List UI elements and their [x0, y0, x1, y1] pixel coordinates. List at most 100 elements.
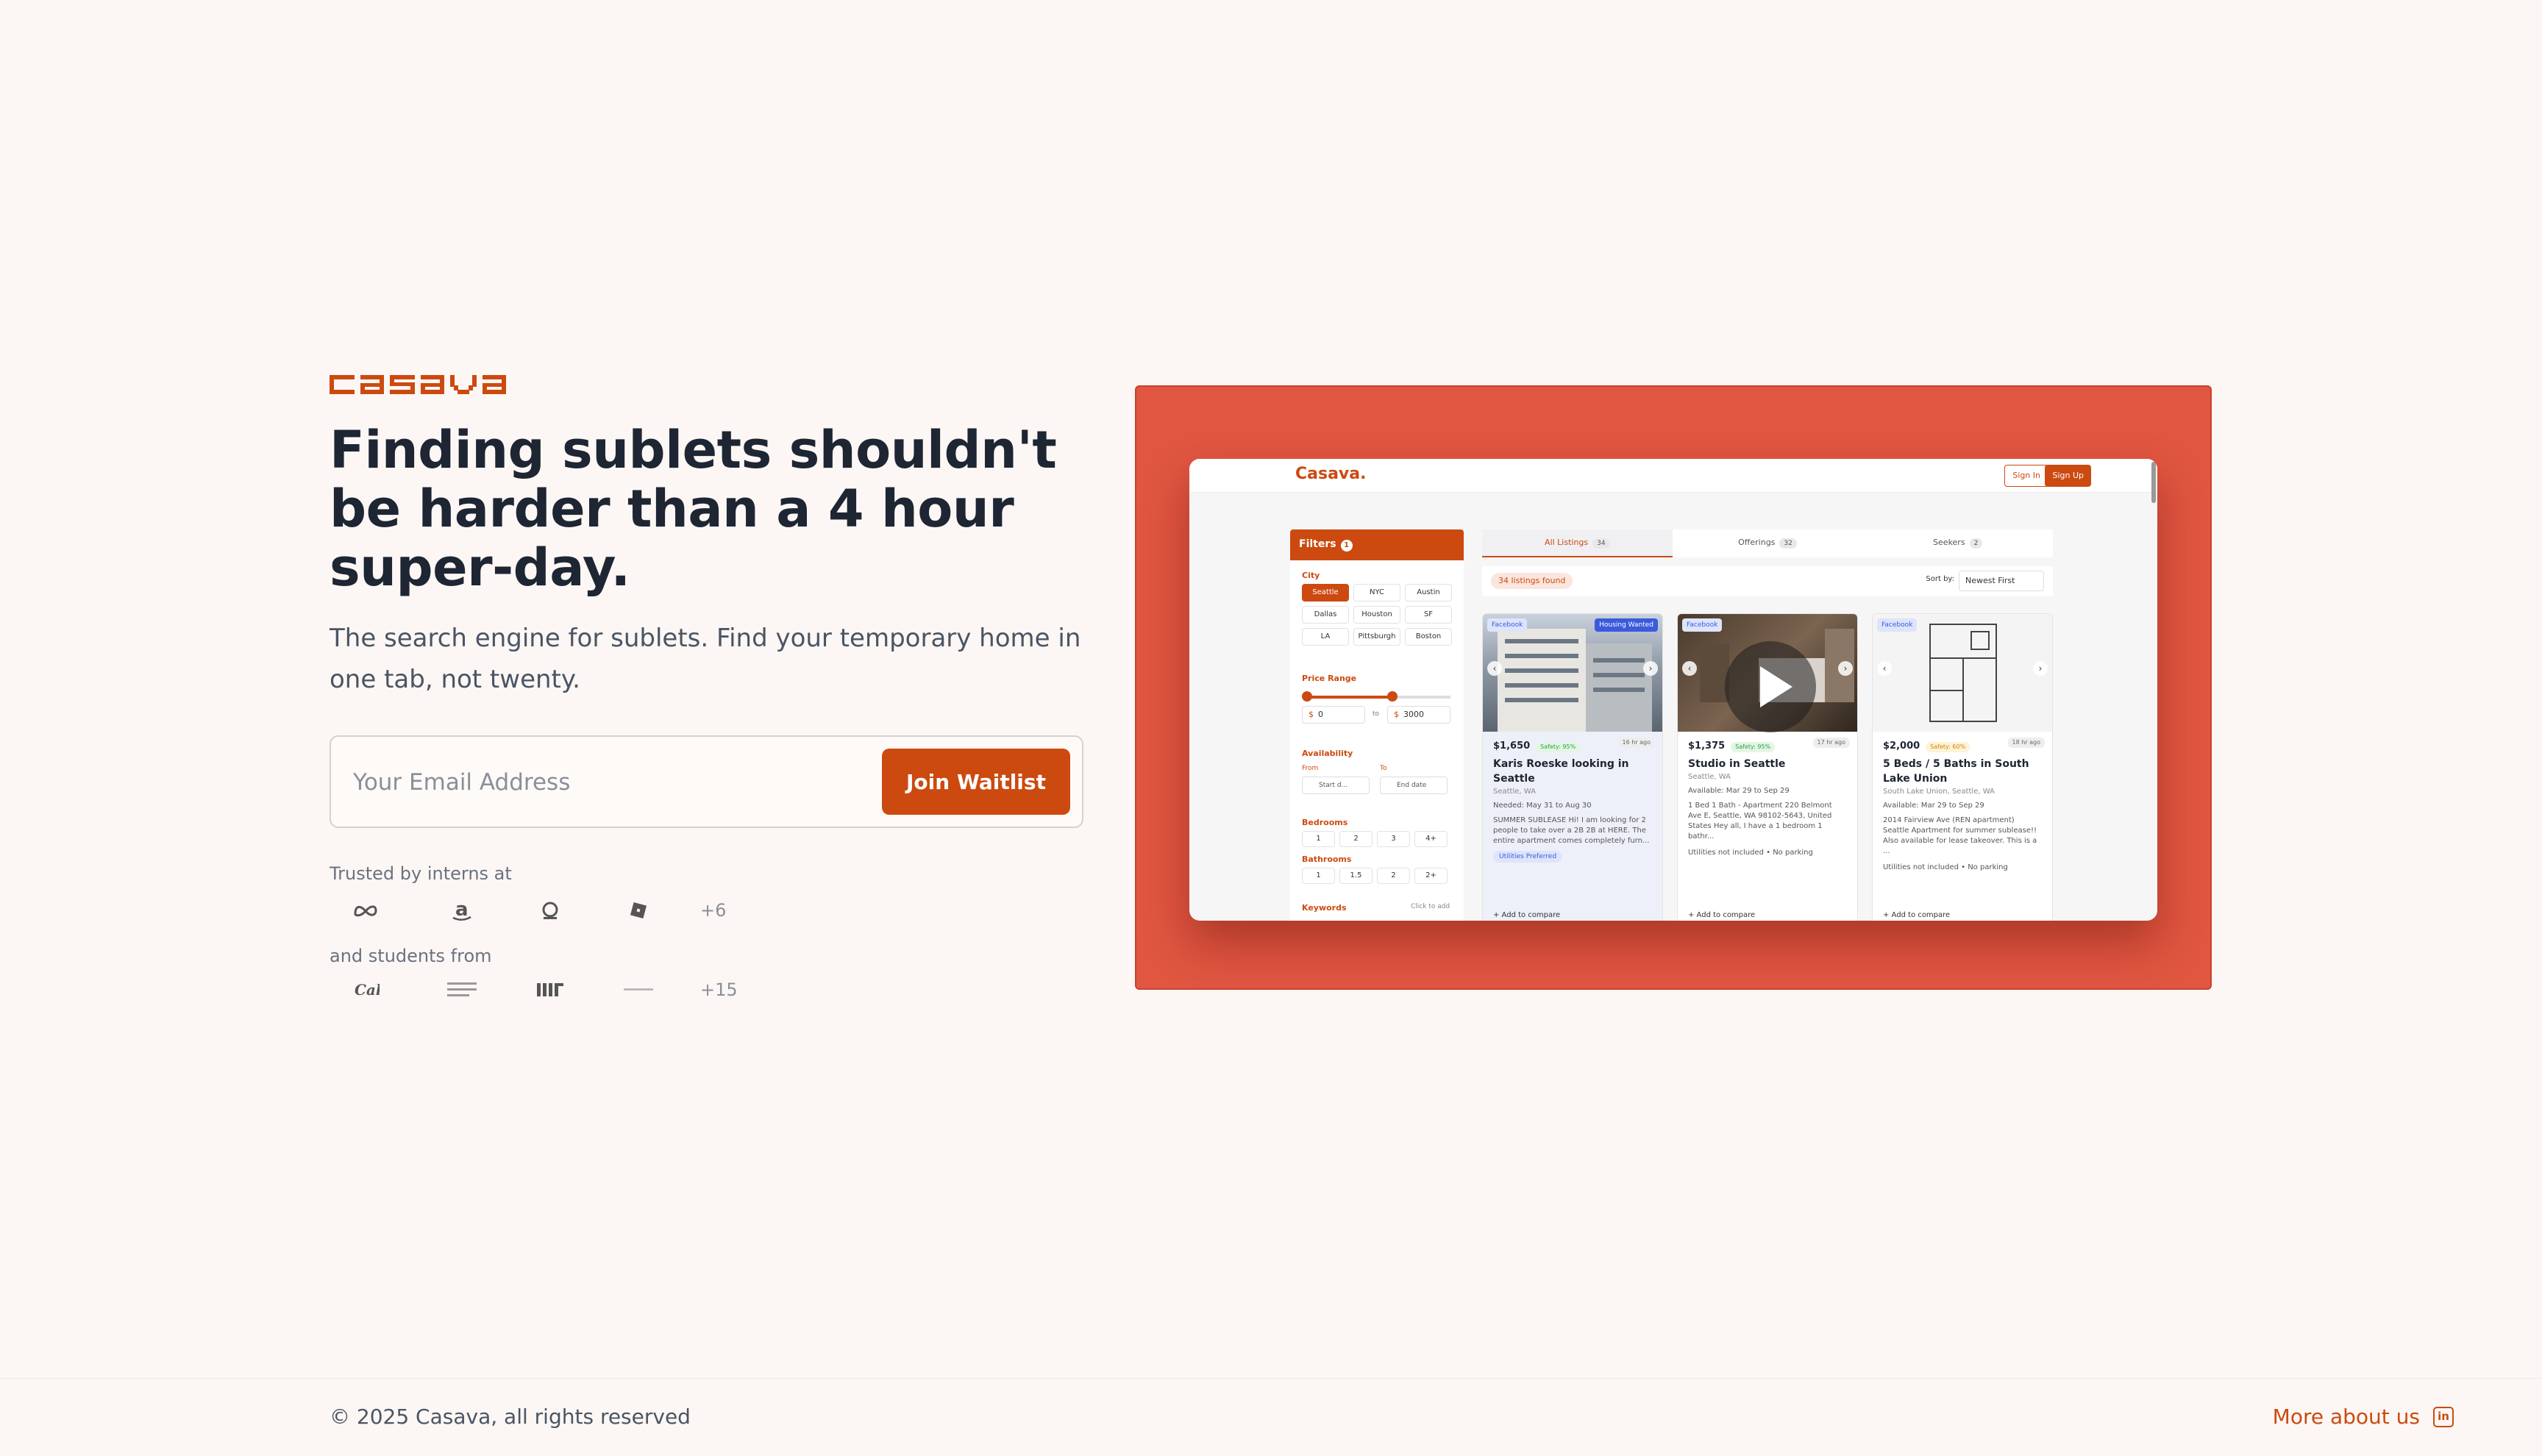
- posted-ago: 17 hr ago: [1812, 738, 1850, 748]
- filters-panel: Filters 1 City Seattle NYC Austin Dallas …: [1290, 529, 1464, 921]
- price-slider-track: [1392, 696, 1450, 699]
- listing-location: Seattle, WA: [1493, 788, 1536, 796]
- currency-symbol: $: [1309, 710, 1314, 719]
- listing-photo: Facebook ‹ ›: [1873, 614, 2052, 732]
- student-logos: Cal +15: [330, 968, 738, 1012]
- svg-text:Cal: Cal: [355, 981, 380, 999]
- app-screenshot-video[interactable]: Casava. Sign In Sign Up Filters 1 City Se…: [1189, 459, 2157, 921]
- add-to-compare: + Add to compare: [1493, 911, 1561, 919]
- listing-dates: Needed: May 31 to Aug 30: [1493, 802, 1592, 810]
- filters-count: 1: [1340, 540, 1353, 552]
- app-scrollbar: [2151, 462, 2156, 503]
- tab-label: Seekers: [1933, 538, 1965, 547]
- app-nav: Casava. Sign In Sign Up: [1189, 459, 2157, 503]
- city-chip: Austin: [1405, 584, 1452, 602]
- mit-logo-icon: [506, 982, 594, 998]
- price-max-field: $3000: [1387, 706, 1450, 724]
- chevron-left-icon: ‹: [1877, 661, 1892, 676]
- more-about-us-link[interactable]: More about us in: [2273, 1405, 2454, 1429]
- tab-offerings: Offerings 32: [1673, 529, 1863, 557]
- building-photo-graphic: [1498, 629, 1652, 732]
- listing-location: Seattle, WA: [1688, 773, 1731, 781]
- price-to-label: to: [1373, 710, 1380, 718]
- source-tag: Facebook: [1487, 618, 1528, 632]
- city-label: City: [1302, 571, 1320, 580]
- tab-label: Offerings: [1738, 538, 1776, 547]
- interns-label: Trusted by interns at: [330, 863, 512, 884]
- add-to-compare: + Add to compare: [1688, 911, 1756, 919]
- waitlist-form: Join Waitlist: [330, 735, 1083, 828]
- tab-count: 2: [1969, 538, 1983, 549]
- linkedin-icon[interactable]: in: [2433, 1406, 2454, 1427]
- tab-label: All Listings: [1545, 538, 1589, 547]
- listing-location: South Lake Union, Seattle, WA: [1883, 788, 1995, 796]
- city-chip: Houston: [1353, 606, 1400, 624]
- city-chip: NYC: [1353, 584, 1400, 602]
- copyright-text: © 2025 Casava, all rights reserved: [330, 1405, 691, 1429]
- casava-logo[interactable]: [330, 368, 509, 400]
- tab-count: 34: [1592, 538, 1610, 549]
- chevron-right-icon: ›: [1838, 661, 1853, 676]
- chevron-left-icon: ‹: [1682, 661, 1697, 676]
- interns-more-count: +6: [700, 900, 727, 921]
- listing-dates: Available: Mar 29 to Sep 29: [1883, 802, 1984, 810]
- svg-text:a: a: [455, 899, 469, 921]
- chevron-right-icon: ›: [1643, 661, 1658, 676]
- price-min-field: $0: [1302, 706, 1365, 724]
- source-tag: Facebook: [1877, 618, 1918, 632]
- bathroom-option: 1: [1302, 868, 1335, 884]
- app-sign-in-button: Sign In: [2004, 465, 2048, 487]
- price-slider-fill: [1306, 696, 1392, 699]
- email-input[interactable]: [353, 762, 824, 803]
- students-more-count: +15: [700, 979, 738, 1000]
- casava-wordmark: [330, 375, 506, 394]
- bathroom-option: 2+: [1414, 868, 1448, 884]
- bedrooms-label: Bedrooms: [1302, 818, 1348, 827]
- safety-badge: Safety: 60%: [1926, 742, 1970, 752]
- add-to-compare: + Add to compare: [1883, 911, 1951, 919]
- listing-card: Facebook Housing Wanted ‹ › $1,650 Safety…: [1482, 613, 1663, 921]
- bedroom-option: 4+: [1414, 831, 1448, 847]
- listing-title: 5 Beds / 5 Baths in South Lake Union: [1883, 758, 2029, 785]
- listing-price: $2,000: [1883, 741, 1920, 752]
- cal-logo-icon: Cal: [330, 981, 418, 999]
- listing-details: $1,375 Safety: 95% 17 hr ago Studio in Se…: [1678, 732, 1857, 864]
- city-chip: SF: [1405, 606, 1452, 624]
- bedroom-option: 1: [1302, 831, 1335, 847]
- listing-amenities: Utilities not included • No parking: [1883, 863, 2008, 871]
- keywords-label: Keywords: [1302, 903, 1347, 913]
- product-showcase[interactable]: Casava. Sign In Sign Up Filters 1 City Se…: [1135, 385, 2212, 990]
- listing-tabs: All Listings 34 Offerings 32 Seekers 2: [1482, 529, 2053, 557]
- listing-description: SUMMER SUBLEASE Hi! I am looking for 2 p…: [1493, 816, 1650, 845]
- safety-badge: Safety: 95%: [1536, 742, 1581, 752]
- listing-photo: Facebook Housing Wanted ‹ ›: [1483, 614, 1662, 732]
- bedroom-options: 1 2 3 4+: [1302, 831, 1448, 847]
- filters-title: Filters: [1299, 538, 1336, 550]
- students-label: and students from: [330, 946, 492, 966]
- hero-headline: Finding sublets shouldn't be harder than…: [330, 420, 1057, 598]
- hero-subhead: The search engine for sublets. Find your…: [330, 624, 1081, 694]
- price-slider-max-handle: [1387, 691, 1398, 702]
- play-video-button[interactable]: [1725, 641, 1816, 732]
- city-chip: LA: [1302, 628, 1349, 646]
- bathroom-option: 1.5: [1339, 868, 1373, 884]
- tab-count: 32: [1779, 538, 1797, 549]
- app-sign-up-button: Sign Up: [2045, 465, 2091, 487]
- city-chip: Pittsburgh: [1353, 628, 1400, 646]
- listing-amenities: Utilities not included • No parking: [1688, 849, 1813, 857]
- amazon-logo-icon: a: [418, 898, 506, 923]
- listing-price: $1,375: [1688, 741, 1726, 752]
- availability-label: Availability: [1302, 749, 1353, 758]
- city-chip: Boston: [1405, 628, 1452, 646]
- tab-all-listings: All Listings 34: [1482, 529, 1673, 557]
- listing-price: $1,650: [1493, 741, 1531, 752]
- filters-header: Filters 1: [1290, 529, 1464, 560]
- listing-details: $2,000 Safety: 60% 18 hr ago 5 Beds / 5 B…: [1873, 732, 2052, 879]
- end-date-field: End date: [1380, 777, 1448, 794]
- chevron-left-icon: ‹: [1487, 661, 1502, 676]
- join-waitlist-button[interactable]: Join Waitlist: [882, 749, 1070, 815]
- start-date-field: Start d...: [1302, 777, 1370, 794]
- price-slider-min-handle: [1302, 691, 1312, 702]
- bathroom-options: 1 1.5 2 2+: [1302, 868, 1448, 884]
- results-count-badge: 34 listings found: [1491, 573, 1573, 589]
